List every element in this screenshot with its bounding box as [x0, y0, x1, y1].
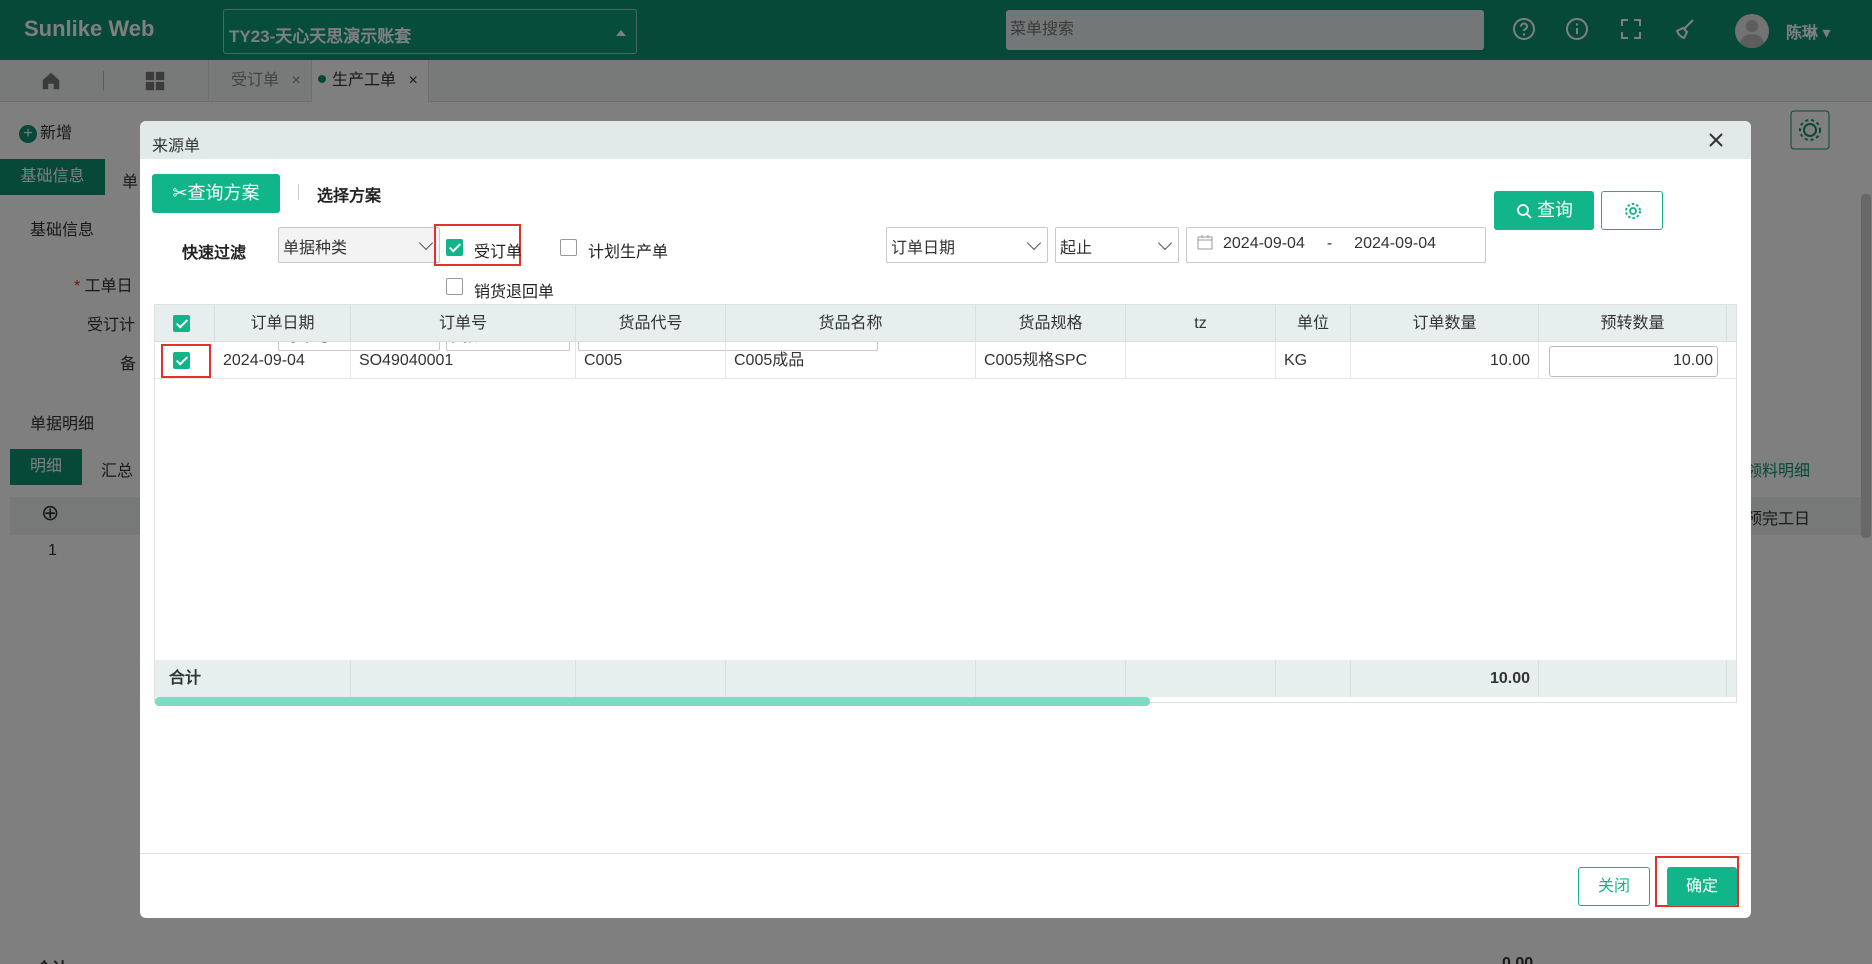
row-checkbox[interactable]	[173, 352, 190, 369]
date-field-select[interactable]: 订单日期	[886, 227, 1048, 263]
summary-cell	[976, 660, 1126, 697]
confirm-button[interactable]: 确定	[1667, 867, 1737, 906]
cell-order-qty: 10.00	[1351, 342, 1539, 379]
chevron-down-icon	[1026, 235, 1042, 251]
col-order-no[interactable]: 订单号	[351, 305, 576, 342]
checkbox-sales-order[interactable]	[446, 239, 463, 256]
summary-cell	[351, 660, 576, 697]
dialog-title: 来源单	[152, 138, 201, 155]
summary-cell	[726, 660, 976, 697]
summary-cell	[1276, 660, 1351, 697]
checkbox-sales-return[interactable]	[446, 278, 463, 295]
query-scheme-button[interactable]: ✂查询方案	[152, 174, 280, 213]
col-tz[interactable]: tz	[1126, 305, 1276, 342]
calendar-icon	[1197, 235, 1213, 250]
checkbox-label: 销货退回单	[474, 284, 555, 301]
chevron-down-icon	[418, 235, 434, 251]
select-all-cell	[155, 305, 215, 342]
quick-filter-label: 快速过滤	[182, 245, 247, 262]
chevron-down-icon	[1157, 235, 1173, 251]
col-pre-qty[interactable]: 预转数量	[1539, 305, 1727, 342]
query-label: 查询	[1537, 200, 1573, 220]
summary-order-qty: 10.00	[1351, 660, 1539, 697]
cell-order-date: 2024-09-04	[215, 342, 351, 379]
source-doc-grid: 订单日期 订单号 货品代号 货品名称 货品规格 tz 单位 订单数量 预转数量 …	[154, 304, 1737, 706]
dialog-header	[140, 121, 1751, 159]
wrench-icon: ✂	[172, 183, 188, 203]
cell-tz	[1126, 342, 1276, 379]
gear-icon	[1625, 203, 1641, 219]
doc-type-select[interactable]: 单据种类	[278, 227, 440, 263]
pre-qty-input[interactable]: 10.00	[1549, 346, 1718, 377]
cell-item-spec: C005规格SPC	[976, 342, 1126, 379]
close-button[interactable]: 关闭	[1578, 867, 1650, 906]
grid-summary-row: 合计 10.00	[155, 660, 1736, 697]
dialog-footer-divider	[140, 853, 1751, 854]
checkbox-label: 计划生产单	[588, 244, 669, 261]
cell-item-code: C005	[576, 342, 726, 379]
select-all-checkbox[interactable]	[173, 315, 190, 332]
date-field-value: 订单日期	[891, 240, 956, 257]
filter-settings-button[interactable]	[1601, 191, 1663, 230]
cell-item-name: C005成品	[726, 342, 976, 379]
query-scheme-label: 查询方案	[187, 183, 260, 203]
select-scheme-button[interactable]: 选择方案	[317, 182, 381, 206]
checkbox-plan-production[interactable]	[560, 239, 577, 256]
summary-cell	[215, 660, 351, 697]
col-item-name[interactable]: 货品名称	[726, 305, 976, 342]
close-icon[interactable]	[1705, 129, 1727, 151]
date-separator: -	[1326, 235, 1333, 252]
range-mode-value: 起止	[1060, 240, 1093, 257]
col-unit[interactable]: 单位	[1276, 305, 1351, 342]
cell-unit: KG	[1276, 342, 1351, 379]
horizontal-scrollbar[interactable]	[155, 697, 1150, 706]
summary-cell	[1539, 660, 1727, 697]
cell-order-no: SO49040001	[351, 342, 576, 379]
col-order-qty[interactable]: 订单数量	[1351, 305, 1539, 342]
date-range-picker[interactable]: 2024-09-04 - 2024-09-04	[1186, 227, 1486, 263]
source-doc-dialog: 来源单 ✂查询方案 选择方案 快速过滤 单据种类 受订单 计划生产单 销货退回单…	[140, 121, 1751, 918]
col-item-spec[interactable]: 货品规格	[976, 305, 1126, 342]
summary-cell	[576, 660, 726, 697]
summary-label: 合计	[168, 670, 201, 687]
query-button[interactable]: 查询	[1494, 191, 1594, 230]
divider	[298, 184, 299, 200]
col-order-date[interactable]: 订单日期	[215, 305, 351, 342]
date-to: 2024-09-04	[1354, 235, 1437, 252]
checkbox-label: 受订单	[474, 244, 523, 261]
grid-header: 订单日期 订单号 货品代号 货品名称 货品规格 tz 单位 订单数量 预转数量	[155, 305, 1736, 342]
range-mode-select[interactable]: 起止	[1055, 227, 1179, 263]
search-icon	[1517, 204, 1532, 219]
doc-type-value: 单据种类	[283, 240, 348, 257]
date-from: 2024-09-04	[1223, 235, 1305, 252]
col-item-code[interactable]: 货品代号	[576, 305, 726, 342]
summary-cell	[1126, 660, 1276, 697]
